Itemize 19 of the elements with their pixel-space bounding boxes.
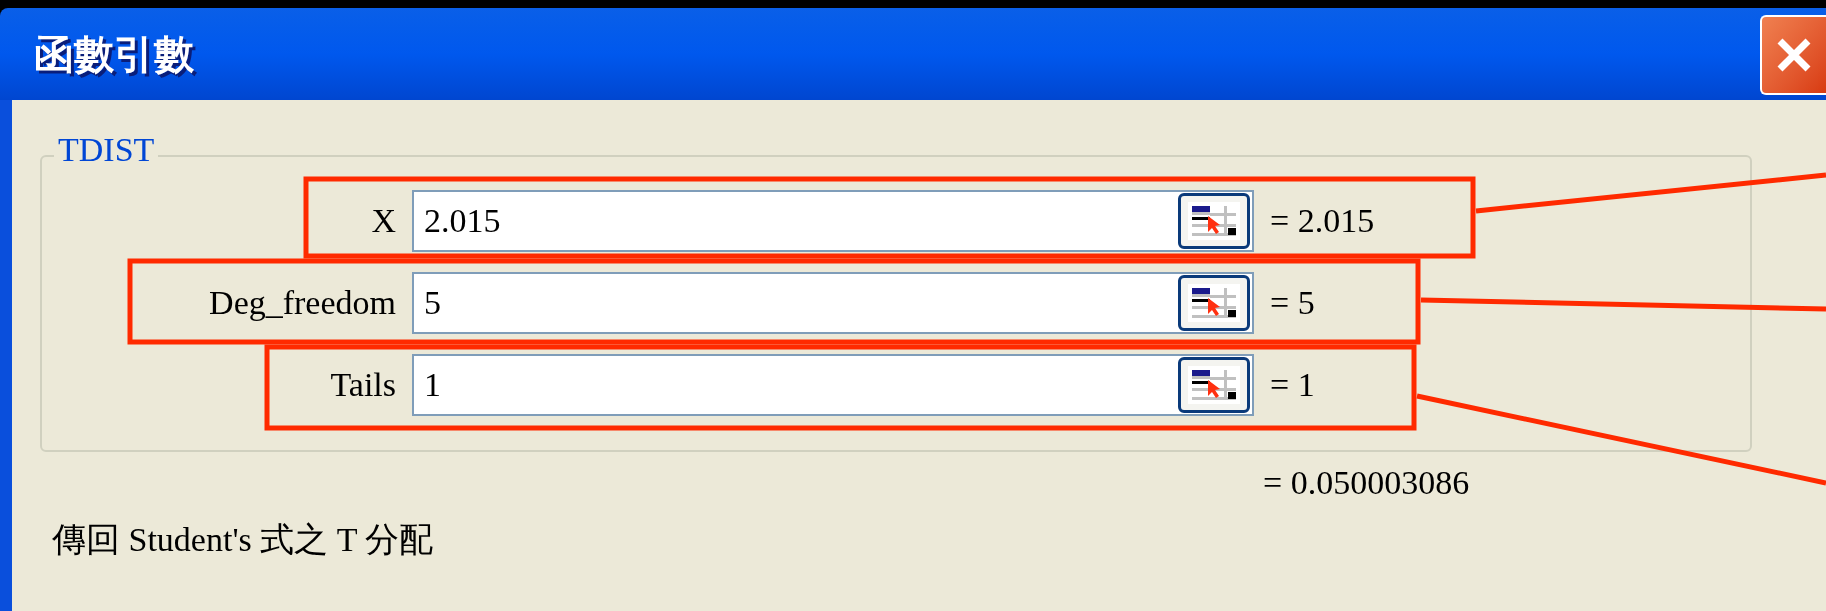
formula-result: = 0.050003086 [1263, 464, 1470, 501]
input-field[interactable]: 2.015 [412, 190, 1254, 252]
argument-result: = 5 [1270, 286, 1315, 320]
argument-label: Tails [330, 368, 396, 402]
input-field[interactable]: 1 [412, 354, 1254, 416]
argument-label: Deg_freedom [209, 286, 396, 320]
range-select-icon [1188, 202, 1240, 240]
range-select-button[interactable] [1178, 275, 1250, 331]
input-field[interactable]: 5 [412, 272, 1254, 334]
close-button[interactable] [1760, 15, 1826, 95]
range-select-button[interactable] [1178, 193, 1250, 249]
range-select-button[interactable] [1178, 357, 1250, 413]
window-title: 函數引數 [34, 30, 194, 79]
argument-result: = 2.015 [1270, 204, 1375, 238]
function-description: 傳回 Student's 式之 T 分配 [52, 521, 434, 558]
range-select-icon [1188, 366, 1240, 404]
argument-label: X [371, 204, 396, 238]
range-select-icon [1188, 284, 1240, 322]
argument-result: = 1 [1270, 368, 1315, 402]
